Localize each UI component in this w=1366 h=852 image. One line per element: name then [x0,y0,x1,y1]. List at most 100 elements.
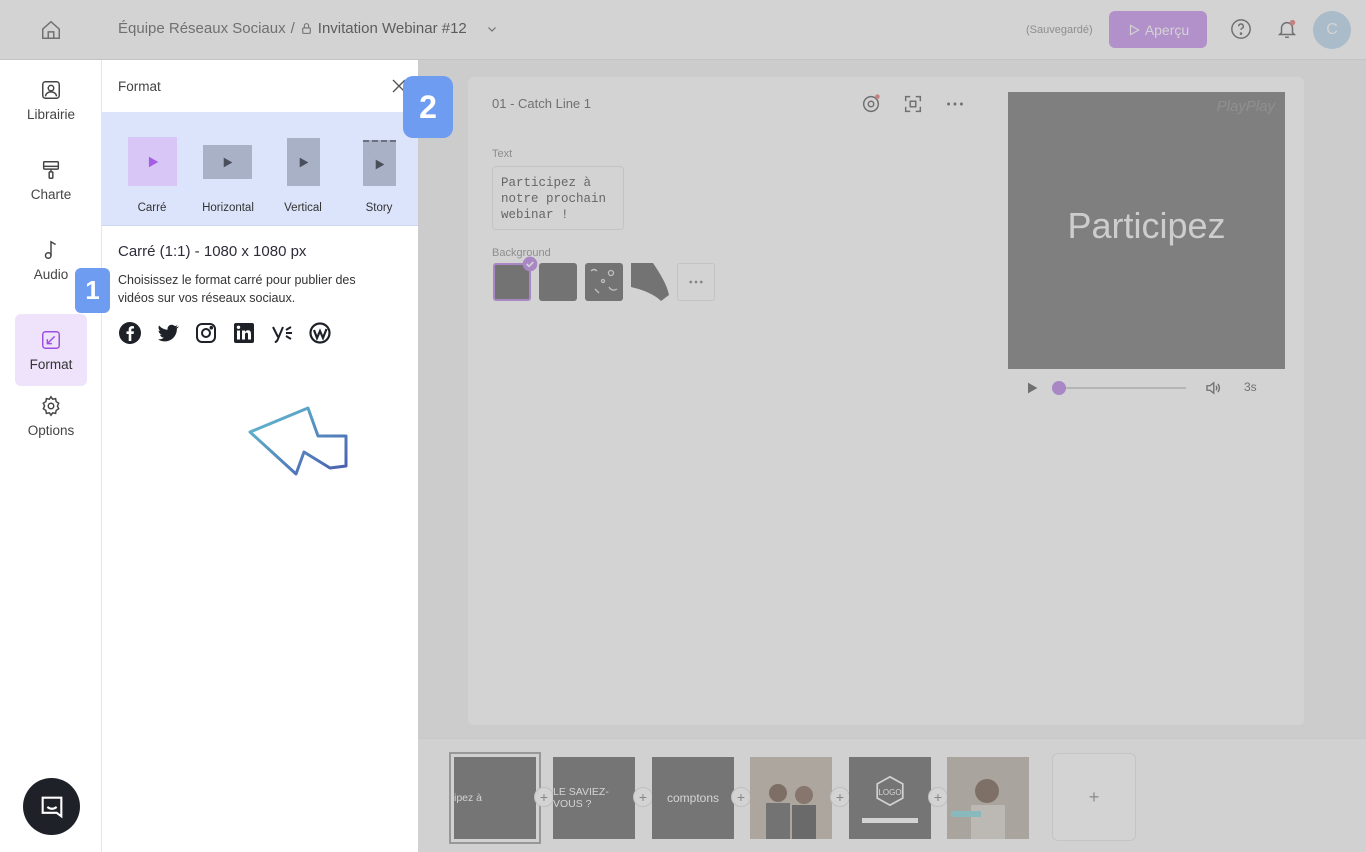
insert-scene-button[interactable]: + [633,787,653,807]
video-preview[interactable]: PlayPlay Participez [1008,92,1285,369]
avatar[interactable]: C [1313,11,1351,49]
project-title[interactable]: Invitation Webinar #12 [318,20,467,37]
scene-thumbnail[interactable]: ipez à [449,752,541,844]
duration: 3s [1244,380,1257,394]
instagram-icon [196,323,216,343]
format-option-horizontal[interactable]: Horizontal [188,112,268,226]
help-icon [1231,19,1251,39]
paint-roller-icon [42,160,60,179]
format-preview [203,145,252,179]
progress-handle[interactable] [1052,381,1066,395]
play-icon [375,159,385,169]
rail-item-charte[interactable]: Charte [15,144,87,216]
photo-person-icon [951,779,1005,839]
left-rail: Librairie Charte Audio Format Options [0,60,102,852]
music-note-icon [44,239,56,259]
format-preview [363,140,396,186]
scene-title: 01 - Catch Line 1 [492,96,592,111]
format-label: Story [365,202,393,214]
scene-thumbnail[interactable] [947,757,1029,839]
rail-item-label: Audio [33,266,69,282]
progress-track[interactable] [1060,387,1186,389]
scene-card: 01 - Catch Line 1 Text Participez à notr… [468,77,1304,725]
format-label: Carré [137,202,167,214]
rail-item-label: Charte [30,186,72,202]
background-option-pattern[interactable] [585,263,623,301]
panel-title: Format [118,79,161,94]
background-option-shape[interactable] [631,263,669,301]
home-icon [42,20,60,39]
insert-scene-button[interactable]: + [731,787,751,807]
scene-thumbnail[interactable]: LOGO [849,757,931,839]
rail-item-label: Librairie [26,106,76,122]
pointer-arrow-icon [248,406,348,476]
help-button[interactable] [1229,17,1253,41]
logo-text: LOGO [878,788,902,797]
play-icon [148,156,158,167]
chevron-down-icon[interactable] [486,23,498,35]
text-input[interactable]: Participez à notre prochain webinar ! [492,166,624,230]
rail-item-librairie[interactable]: Librairie [15,64,87,136]
linkedin-icon [234,323,254,343]
format-panel: Format Carré Horizontal Vertical Story C… [102,60,418,852]
insert-scene-button[interactable]: + [928,787,948,807]
rail-item-options[interactable]: Options [15,380,87,452]
insert-scene-button[interactable]: + [830,787,850,807]
breadcrumb-separator: / [290,20,295,37]
play-icon [223,157,233,167]
preview-button-label: Aperçu [1144,21,1190,38]
step-badge-2: 2 [403,76,453,138]
scene-thumbnail[interactable]: LE SAVIEZ-VOUS ? [553,757,635,839]
play-icon [299,157,309,167]
workplace-icon [309,322,331,344]
top-bar: Équipe Réseaux Sociaux / Invitation Webi… [0,0,1366,60]
background-option-selected[interactable] [493,256,538,301]
volume-icon[interactable] [1204,379,1222,397]
gear-icon[interactable] [860,93,882,115]
scene-thumbnail[interactable] [750,757,832,839]
play-icon [1129,23,1140,36]
scene-thumbnail[interactable]: comptons [652,757,734,839]
breadcrumb: Équipe Réseaux Sociaux / Invitation Webi… [118,20,498,37]
breadcrumb-team[interactable]: Équipe Réseaux Sociaux [118,20,286,37]
background-more-button[interactable] [677,263,715,301]
notifications-button[interactable] [1275,17,1299,41]
home-button[interactable] [0,0,102,60]
play-icon[interactable] [1024,380,1040,396]
rail-item-label: Options [27,422,75,438]
layout-icon[interactable] [902,93,924,115]
resize-icon [42,330,60,349]
format-preview [128,137,177,186]
facebook-icon [119,322,141,344]
insert-scene-button[interactable]: + [534,787,554,807]
image-icon [42,80,60,99]
format-option-carre[interactable]: Carré [112,112,192,226]
format-heading: Carré (1:1) - 1080 x 1080 px [118,243,307,260]
yammer-icon [272,326,292,343]
social-networks [118,321,332,345]
background-option[interactable] [539,263,577,301]
gear-icon [42,395,60,416]
format-option-vertical[interactable]: Vertical [263,112,343,226]
pattern-icon [590,268,618,294]
save-status: (Sauvegardé) [1026,24,1093,36]
lock-icon [301,23,311,34]
format-label: Horizontal [202,202,254,214]
chat-icon [41,796,62,818]
logo-bar [862,817,918,823]
format-preview [287,138,320,186]
preview-button[interactable]: Aperçu [1109,11,1207,48]
format-description: Choisissez le format carré pour publier … [118,273,356,305]
scene-editor: 01 - Catch Line 1 Text Participez à notr… [418,60,1366,852]
more-icon [689,280,703,284]
preview-watermark: PlayPlay [1216,98,1275,115]
rail-item-label: Format [29,356,73,372]
chat-launcher-button[interactable] [23,778,80,835]
format-label: Vertical [284,202,322,214]
more-icon[interactable] [944,93,966,115]
text-label: Text [492,148,513,160]
video-player-controls: 3s [1024,377,1285,399]
add-scene-button[interactable]: + [1052,753,1136,841]
photo-people-icon [766,784,816,839]
rail-item-format[interactable]: Format [15,314,87,386]
